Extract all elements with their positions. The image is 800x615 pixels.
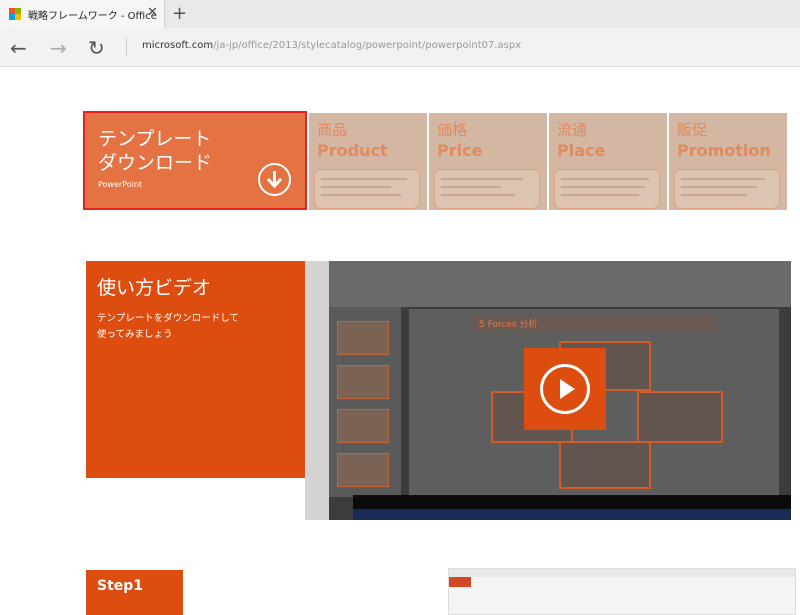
refresh-button[interactable]: ↻ — [88, 36, 105, 60]
framework-en: Price — [437, 141, 483, 160]
browser-nav-bar: ← → ↻ microsoft.com/ja-jp/office/2013/st… — [0, 28, 800, 67]
framework-en: Promotion — [677, 141, 771, 160]
powerpoint-ribbon-preview — [329, 261, 791, 307]
url-domain: microsoft.com — [142, 40, 214, 51]
video-caption-bar — [353, 495, 791, 509]
forward-button[interactable]: → — [50, 36, 67, 60]
nav-divider — [126, 38, 127, 56]
framework-en: Product — [317, 141, 388, 160]
back-button[interactable]: ← — [10, 36, 27, 60]
slide-thumbnails-preview — [329, 307, 401, 497]
tab-title: 戦略フレームワーク - Office — [28, 11, 157, 22]
framework-jp: 商品 — [317, 121, 348, 139]
close-tab-icon[interactable]: ✕ — [147, 5, 158, 20]
template-title-line1: テンプレート — [98, 128, 212, 150]
url-path: /ja-jp/office/2013/stylecatalog/powerpoi… — [213, 40, 522, 51]
download-icon[interactable] — [258, 163, 291, 196]
framework-notes — [554, 169, 660, 209]
address-bar[interactable]: microsoft.com/ja-jp/office/2013/stylecat… — [142, 40, 521, 51]
video-controls[interactable] — [353, 509, 791, 520]
play-button[interactable] — [524, 348, 606, 430]
video-desc-line1: テンプレートをダウンロードして — [97, 313, 239, 324]
framework-notes — [674, 169, 780, 209]
framework-jp: 販促 — [677, 121, 708, 139]
slide-title: 5 Forces 分析 — [479, 320, 538, 330]
framework-tile-product[interactable]: 商品 Product — [309, 113, 427, 210]
video-desc-line2: 使ってみましょう — [97, 329, 173, 340]
step1-screenshot — [448, 568, 796, 615]
microsoft-logo-icon — [9, 8, 21, 20]
framework-notes — [434, 169, 540, 209]
template-download-tile[interactable]: テンプレート ダウンロード PowerPoint — [83, 111, 307, 210]
video-left-margin — [305, 261, 329, 520]
video-title: 使い方ビデオ — [97, 277, 212, 299]
new-tab-button[interactable]: + — [172, 3, 187, 24]
framework-tile-price[interactable]: 価格 Price — [429, 113, 547, 210]
framework-jp: 流通 — [557, 121, 588, 139]
browser-tab[interactable]: 戦略フレームワーク - Office ✕ — [0, 0, 165, 28]
template-title-line2: ダウンロード — [98, 152, 213, 174]
framework-en: Place — [557, 141, 606, 160]
framework-notes — [314, 169, 420, 209]
browser-tab-bar: 戦略フレームワーク - Office ✕ + — [0, 0, 800, 28]
framework-tile-promotion[interactable]: 販促 Promotion — [669, 113, 787, 210]
framework-tile-place[interactable]: 流通 Place — [549, 113, 667, 210]
template-title: テンプレート ダウンロード — [98, 127, 212, 175]
template-subtitle: PowerPoint — [98, 180, 143, 189]
step1-badge: Step1 — [86, 570, 183, 615]
framework-jp: 価格 — [437, 121, 468, 139]
play-icon — [540, 364, 590, 414]
video-description: テンプレートをダウンロードして 使ってみましょう — [97, 311, 239, 343]
usage-video-card: 使い方ビデオ テンプレートをダウンロードして 使ってみましょう — [86, 261, 305, 478]
step1-label: Step1 — [97, 578, 144, 594]
